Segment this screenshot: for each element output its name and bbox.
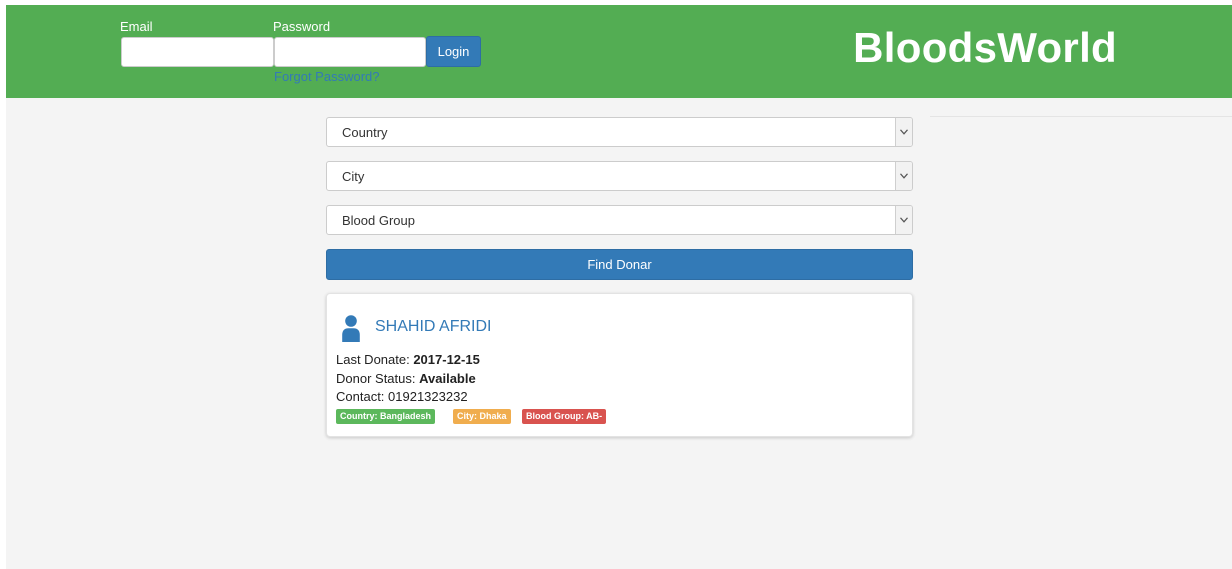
donor-card: SHAHID AFRIDI Last Donate: 2017-12-15 Do… [326,293,913,437]
donor-status-line: Donor Status: Available [336,371,476,387]
email-label: Email [120,19,153,34]
login-button[interactable]: Login [426,36,481,67]
city-badge: City: Dhaka [453,409,511,424]
last-donate-label: Last Donate: [336,352,414,367]
blood-group-select-value: Blood Group [342,213,415,228]
blood-group-badge: Blood Group: AB- [522,409,607,424]
brand-logo[interactable]: BloodsWorld [853,23,1117,73]
blood-group-select[interactable]: Blood Group [326,205,913,235]
last-donate-line: Last Donate: 2017-12-15 [336,352,480,368]
contact-label: Contact: [336,389,389,404]
donor-status-value: Available [419,371,476,386]
country-badge: Country: Bangladesh [336,409,436,424]
forgot-password-link[interactable]: Forgot Password? [274,69,380,84]
header: Email Password Login Forgot Password? Bl… [6,5,1232,98]
divider [930,116,1232,117]
contact-line: Contact: 01921323232 [336,389,468,405]
user-icon [342,315,360,342]
chevron-down-icon [895,162,912,190]
city-select-value: City [342,169,365,184]
donor-status-label: Donor Status: [336,371,420,386]
chevron-down-icon [895,206,912,234]
find-donor-button[interactable]: Find Donar [326,249,913,280]
country-select-value: Country [342,125,388,140]
password-input[interactable] [274,37,426,67]
donor-name-link[interactable]: SHAHID AFRIDI [375,318,491,336]
email-input[interactable] [121,37,274,67]
city-select[interactable]: City [326,161,913,191]
contact-value: 01921323232 [388,389,468,404]
chevron-down-icon [895,118,912,146]
password-label: Password [273,19,331,34]
country-select[interactable]: Country [326,117,913,147]
page: Email Password Login Forgot Password? Bl… [6,5,1232,569]
last-donate-value: 2017-12-15 [413,352,480,367]
